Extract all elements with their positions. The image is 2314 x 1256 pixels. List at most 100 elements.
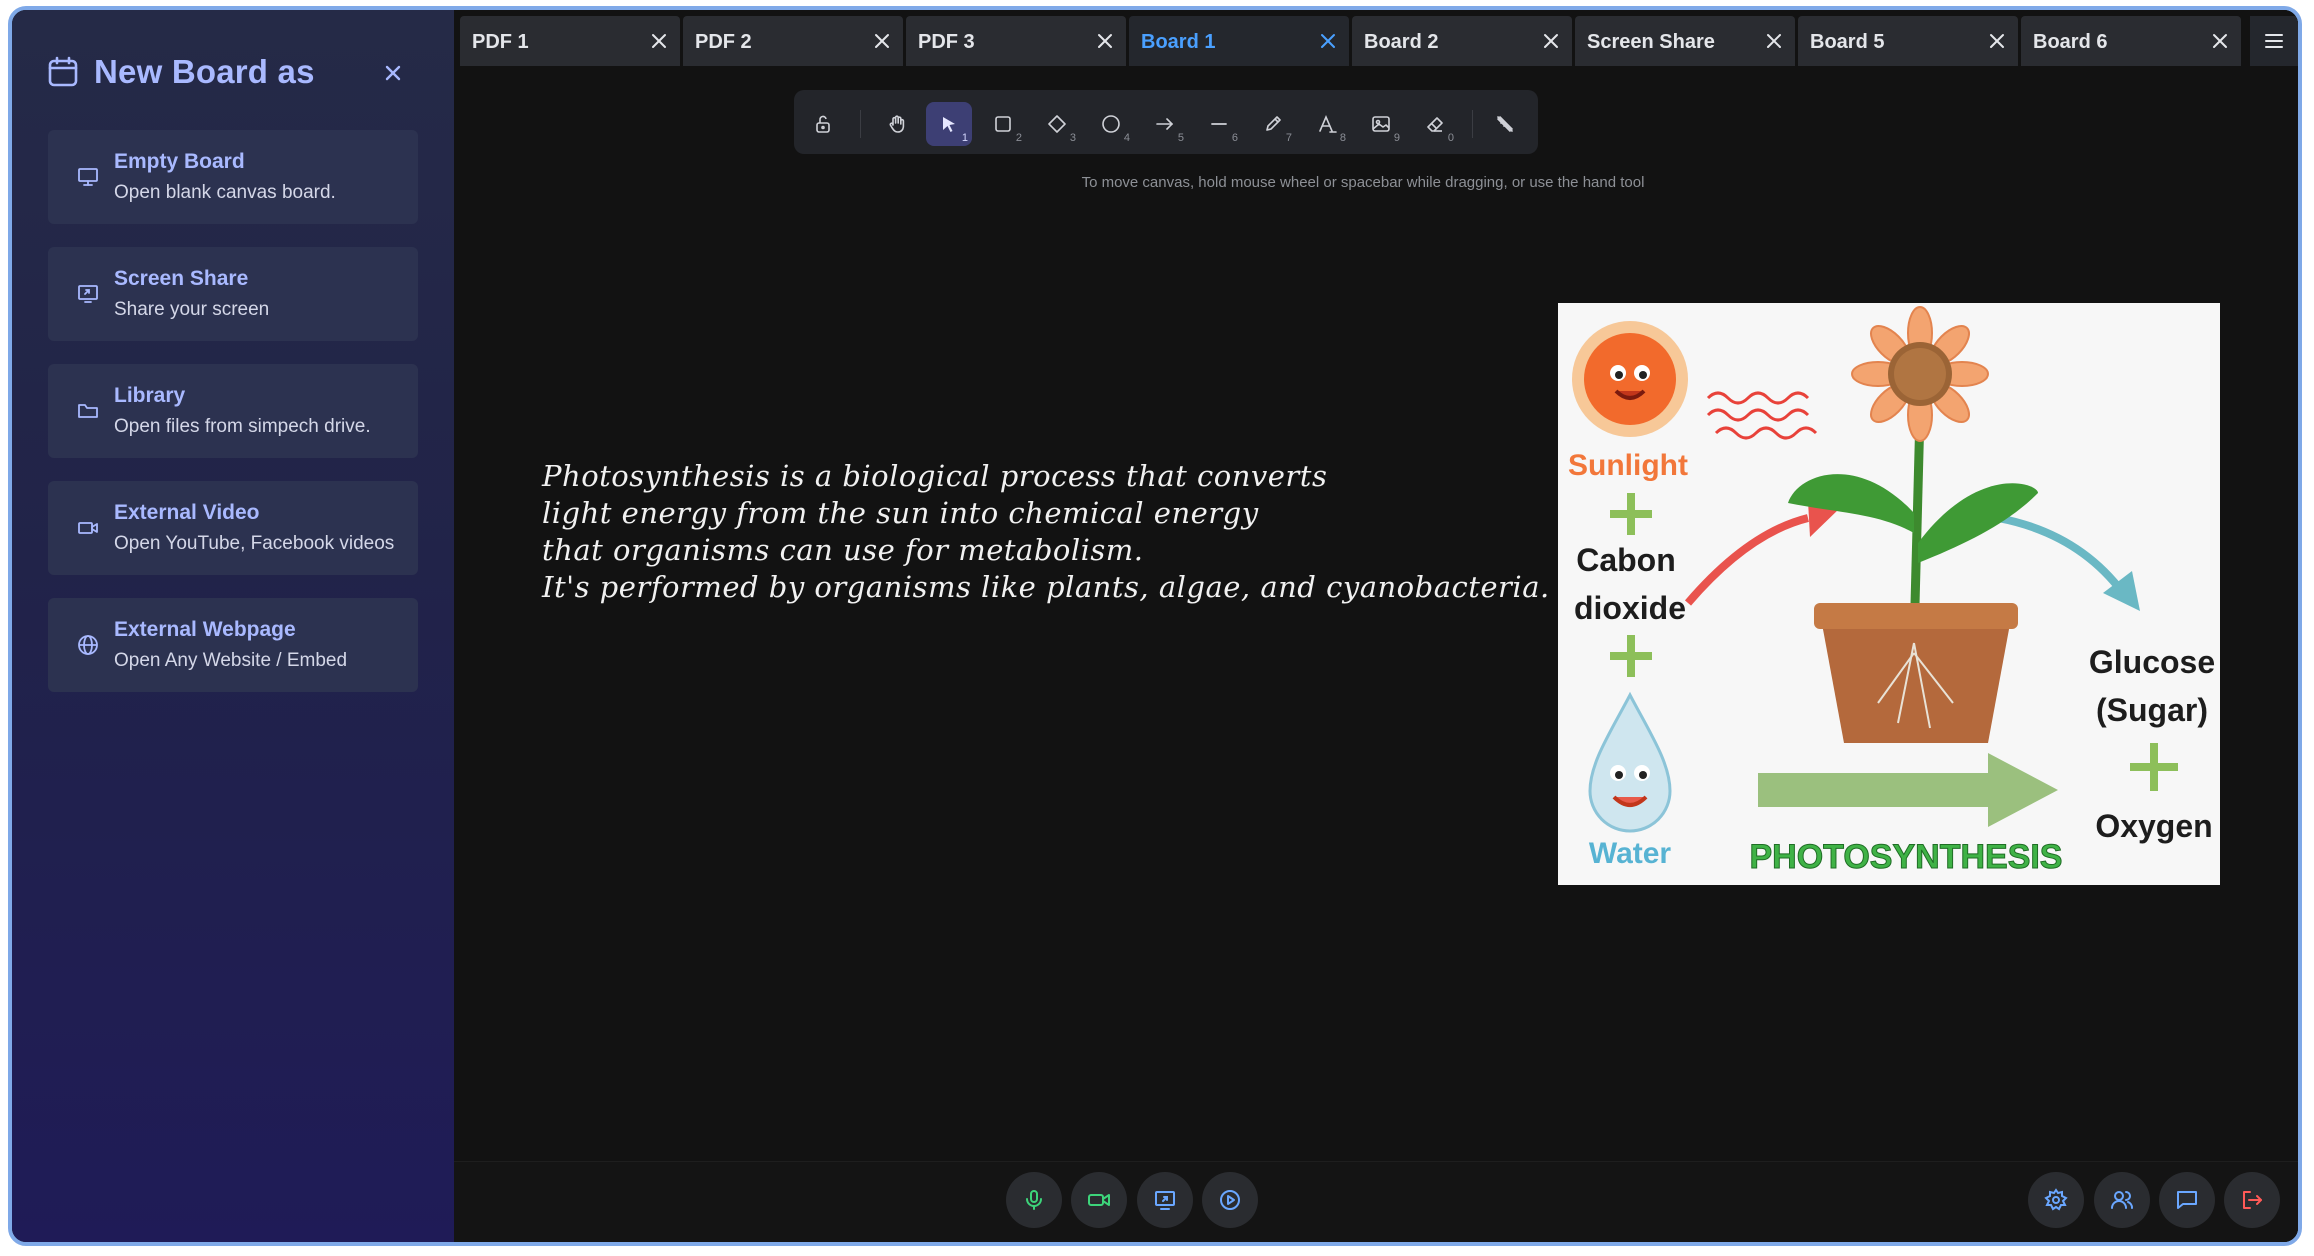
hint-text: To move canvas, hold mouse wheel or spac… <box>1081 174 1645 191</box>
laser-pointer-tool[interactable] <box>1482 102 1528 146</box>
shortcut-key: 3 <box>1069 132 1076 144</box>
diamond-tool[interactable]: 3 <box>1034 102 1080 146</box>
line-tool[interactable]: 6 <box>1196 102 1242 146</box>
sun-icon <box>1572 321 1688 437</box>
tab-pdf-3[interactable]: PDF 3 <box>906 16 1126 66</box>
tab-label: Board 5 <box>1810 31 1885 53</box>
close-tab-icon[interactable] <box>2211 32 2229 50</box>
close-tab-icon[interactable] <box>1096 32 1114 50</box>
leave-icon <box>2243 1191 2262 1209</box>
close-panel-icon[interactable] <box>382 62 404 84</box>
leave-button[interactable] <box>2224 1172 2280 1228</box>
camera-button[interactable] <box>1071 1172 1127 1228</box>
option-subtitle: Open YouTube, Facebook videos <box>114 533 395 554</box>
shortcut-key: 6 <box>1231 132 1238 144</box>
shortcut-key: 4 <box>1123 132 1130 144</box>
record-icon <box>1220 1190 1240 1210</box>
camera-icon <box>1088 1194 1110 1206</box>
chat-button[interactable] <box>2159 1172 2215 1228</box>
option-subtitle: Open files from simpech drive. <box>114 416 371 437</box>
close-tab-icon[interactable] <box>1988 32 2006 50</box>
line-icon <box>1211 123 1227 125</box>
diamond-icon <box>1048 115 1066 133</box>
option-external-video[interactable]: External Video Open YouTube, Facebook vi… <box>48 481 418 575</box>
image-icon <box>1372 116 1390 132</box>
toolbar-divider <box>860 110 861 138</box>
option-subtitle: Open blank canvas board. <box>114 182 336 203</box>
eraser-tool[interactable]: 0 <box>1412 102 1458 146</box>
text-line: that organisms can use for metabolism. <box>542 533 1144 567</box>
calendar-board-icon <box>48 56 78 87</box>
label-sunlight: Sunlight <box>1568 449 1688 482</box>
shortcut-key: 8 <box>1339 132 1346 144</box>
shortcut-key: 9 <box>1393 132 1400 144</box>
close-tab-icon[interactable] <box>1319 32 1337 50</box>
record-button[interactable] <box>1202 1172 1258 1228</box>
shortcut-key: 0 <box>1447 132 1454 144</box>
rectangle-icon <box>995 116 1011 132</box>
tab-bar: PDF 1 PDF 2 PDF 3 Board 1 Board 2 Screen… <box>454 10 2298 68</box>
screen-share-icon <box>78 285 98 303</box>
close-tab-icon[interactable] <box>1542 32 1560 50</box>
shortcut-key: 2 <box>1015 132 1022 144</box>
tab-pdf-2[interactable]: PDF 2 <box>683 16 903 66</box>
option-empty-board[interactable]: Empty Board Open blank canvas board. <box>48 130 418 224</box>
text-icon <box>1319 114 1337 133</box>
participants-button[interactable] <box>2094 1172 2150 1228</box>
tab-board-1[interactable]: Board 1 <box>1129 16 1349 66</box>
photosynthesis-illustration[interactable]: Sunlight Cabon dioxide Water PHOTOSYNTHE… <box>1558 303 2220 885</box>
rectangle-tool[interactable]: 2 <box>980 102 1026 146</box>
option-title: Screen Share <box>114 267 249 290</box>
call-controls-bar <box>454 1161 2298 1242</box>
option-title: Empty Board <box>114 150 245 173</box>
app-window: New Board as Empty Board Open blank canv… <box>8 6 2302 1246</box>
tab-label: PDF 3 <box>918 31 975 53</box>
label-glucose-line2: (Sugar) <box>2096 692 2208 728</box>
hand-tool[interactable] <box>874 102 920 146</box>
label-water: Water <box>1589 837 1672 870</box>
image-tool[interactable]: 9 <box>1358 102 1404 146</box>
pencil-tool[interactable]: 7 <box>1250 102 1296 146</box>
microphone-icon <box>1026 1190 1042 1210</box>
panel-title: New Board as <box>94 53 315 90</box>
tab-label: Board 6 <box>2033 31 2108 53</box>
close-tab-icon[interactable] <box>873 32 891 50</box>
text-line: light energy from the sun into chemical … <box>542 496 1259 530</box>
option-external-webpage[interactable]: External Webpage Open Any Website / Embe… <box>48 598 418 692</box>
ellipse-tool[interactable]: 4 <box>1088 102 1134 146</box>
microphone-button[interactable] <box>1006 1172 1062 1228</box>
close-tab-icon[interactable] <box>1765 32 1783 50</box>
video-camera-icon <box>78 522 98 534</box>
label-glucose-line1: Glucose <box>2089 644 2215 680</box>
lock-tool[interactable] <box>800 102 846 146</box>
tab-label: Screen Share <box>1587 31 1715 53</box>
tab-pdf-1[interactable]: PDF 1 <box>460 16 680 66</box>
option-library[interactable]: Library Open files from simpech drive. <box>48 364 418 458</box>
arrow-icon <box>1156 118 1174 130</box>
option-title: Library <box>114 384 186 407</box>
screen-share-button[interactable] <box>1137 1172 1193 1228</box>
tab-board-2[interactable]: Board 2 <box>1352 16 1572 66</box>
tab-board-5[interactable]: Board 5 <box>1798 16 2018 66</box>
close-tab-icon[interactable] <box>650 32 668 50</box>
shortcut-key: 1 <box>961 132 968 144</box>
label-oxygen: Oxygen <box>2095 808 2212 844</box>
lock-icon <box>816 115 830 133</box>
menu-button[interactable] <box>2250 16 2298 66</box>
tab-board-6[interactable]: Board 6 <box>2021 16 2241 66</box>
canvas-text-element[interactable]: Photosynthesis is a biological process t… <box>542 458 1550 606</box>
toolbar-divider <box>1472 110 1473 138</box>
shortcut-key: 5 <box>1177 132 1184 144</box>
arrow-tool[interactable]: 5 <box>1142 102 1188 146</box>
text-line: Photosynthesis is a biological process t… <box>542 459 1328 493</box>
participants-icon <box>2111 1191 2133 1209</box>
tab-label: Board 2 <box>1364 31 1439 53</box>
settings-button[interactable] <box>2028 1172 2084 1228</box>
text-tool[interactable]: 8 <box>1304 102 1350 146</box>
shortcut-key: 7 <box>1285 132 1292 144</box>
settings-icon <box>2044 1188 2068 1211</box>
tab-screen-share[interactable]: Screen Share <box>1575 16 1795 66</box>
option-screen-share[interactable]: Screen Share Share your screen <box>48 247 418 341</box>
text-line: It's performed by organisms like plants,… <box>542 570 1550 604</box>
select-tool[interactable]: 1 <box>926 102 972 146</box>
